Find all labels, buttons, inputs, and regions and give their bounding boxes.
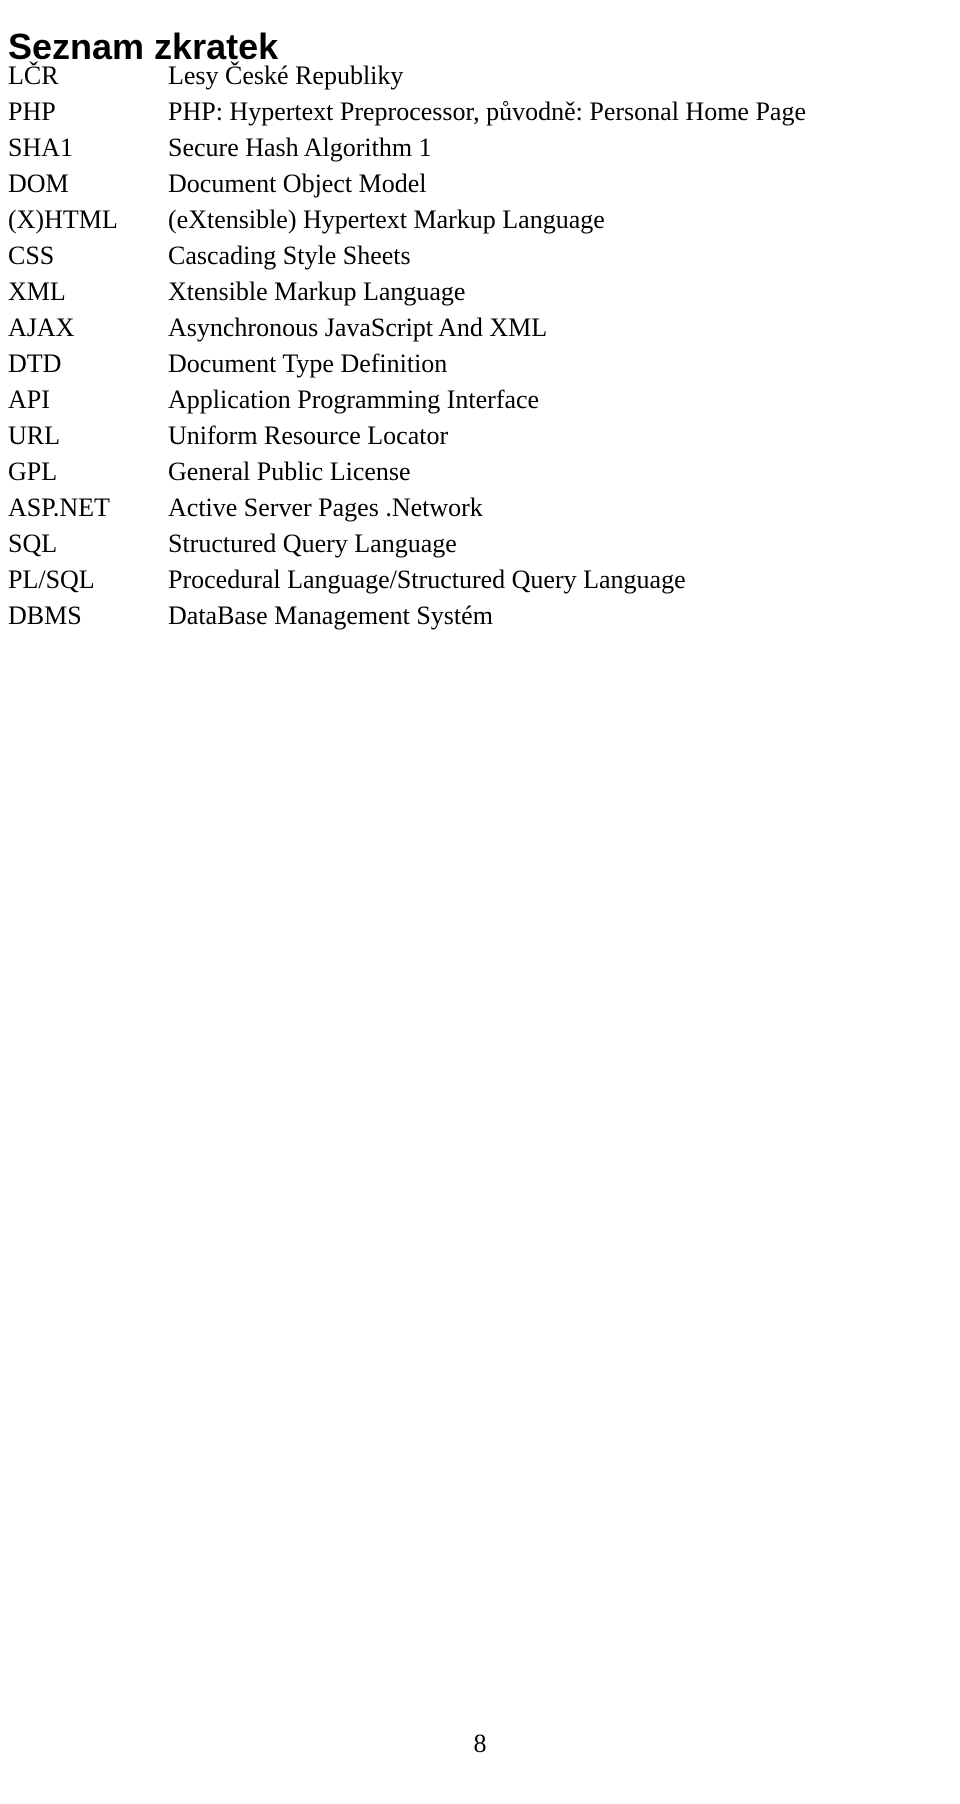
abbreviation-row: API Application Programming Interface <box>8 382 952 418</box>
abbreviation-row: SQL Structured Query Language <box>8 526 952 562</box>
abbreviation-definition: Cascading Style Sheets <box>168 241 411 270</box>
abbreviation-definition: (eXtensible) Hypertext Markup Language <box>168 205 605 234</box>
abbreviation-row: URL Uniform Resource Locator <box>8 418 952 454</box>
abbreviation-term: SQL <box>8 529 58 558</box>
abbreviation-row: XML Xtensible Markup Language <box>8 274 952 310</box>
abbreviation-definition: Active Server Pages .Network <box>168 493 483 522</box>
abbreviation-term: PHP <box>8 97 56 126</box>
abbreviation-term: DOM <box>8 169 69 198</box>
abbreviation-term: GPL <box>8 457 58 486</box>
abbreviation-definition: Lesy České Republiky <box>168 61 404 90</box>
abbreviation-term: (X)HTML <box>8 205 118 234</box>
abbreviation-row: (X)HTML (eXtensible) Hypertext Markup Lan… <box>8 202 952 238</box>
abbreviation-definition: Procedural Language/Structured Query Lan… <box>168 565 686 594</box>
abbreviation-definition: Structured Query Language <box>168 529 457 558</box>
page-number: 8 <box>473 1729 487 1758</box>
abbreviation-term: ASP.NET <box>8 493 110 522</box>
abbreviation-definition: Xtensible Markup Language <box>168 277 466 306</box>
abbreviation-definition: DataBase Management Systém <box>168 601 493 630</box>
abbreviation-term: API <box>8 385 50 414</box>
abbreviation-definition: PHP: Hypertext Preprocessor, původně: Pe… <box>168 97 807 126</box>
abbreviation-row: ASP.NET Active Server Pages .Network <box>8 490 952 526</box>
abbreviation-definition: Asynchronous JavaScript And XML <box>168 313 548 342</box>
abbreviation-term: URL <box>8 421 60 450</box>
abbreviation-definition: Application Programming Interface <box>168 385 540 414</box>
abbreviation-term: DTD <box>8 349 62 378</box>
abbreviation-row: CSS Cascading Style Sheets <box>8 238 952 274</box>
abbreviation-row: DBMS DataBase Management Systém <box>8 598 952 634</box>
abbreviation-term: PL/SQL <box>8 565 95 594</box>
abbreviation-row: DOM Document Object Model <box>8 166 952 202</box>
abbreviation-term: AJAX <box>8 313 75 342</box>
abbreviation-definition: Document Object Model <box>168 169 427 198</box>
abbreviation-row: SHA1 Secure Hash Algorithm 1 <box>8 130 952 166</box>
abbreviation-definition: Document Type Definition <box>168 349 448 378</box>
abbreviation-term: XML <box>8 277 66 306</box>
abbreviation-term: DBMS <box>8 601 82 630</box>
abbreviation-row: DTD Document Type Definition <box>8 346 952 382</box>
abbreviation-term: CSS <box>8 241 55 270</box>
abbreviation-list: LČR Lesy České Republiky PHP PHP: Hypertext… <box>8 58 952 634</box>
abbreviation-term: SHA1 <box>8 133 74 162</box>
abbreviation-row: LČR Lesy České Republiky <box>8 58 952 94</box>
abbreviation-row: PL/SQL Procedural Language/Structured Que… <box>8 562 952 598</box>
abbreviation-definition: Uniform Resource Locator <box>168 421 449 450</box>
abbreviation-row: PHP PHP: Hypertext Preprocessor, původně:… <box>8 94 952 130</box>
abbreviation-term: LČR <box>8 61 59 90</box>
abbreviation-definition: General Public License <box>168 457 411 486</box>
document-page: Seznam zkratek LČR Lesy České Republiky PH… <box>0 0 960 1804</box>
abbreviation-row: AJAX Asynchronous JavaScript And XML <box>8 310 952 346</box>
abbreviation-definition: Secure Hash Algorithm 1 <box>168 133 432 162</box>
abbreviation-row: GPL General Public License <box>8 454 952 490</box>
